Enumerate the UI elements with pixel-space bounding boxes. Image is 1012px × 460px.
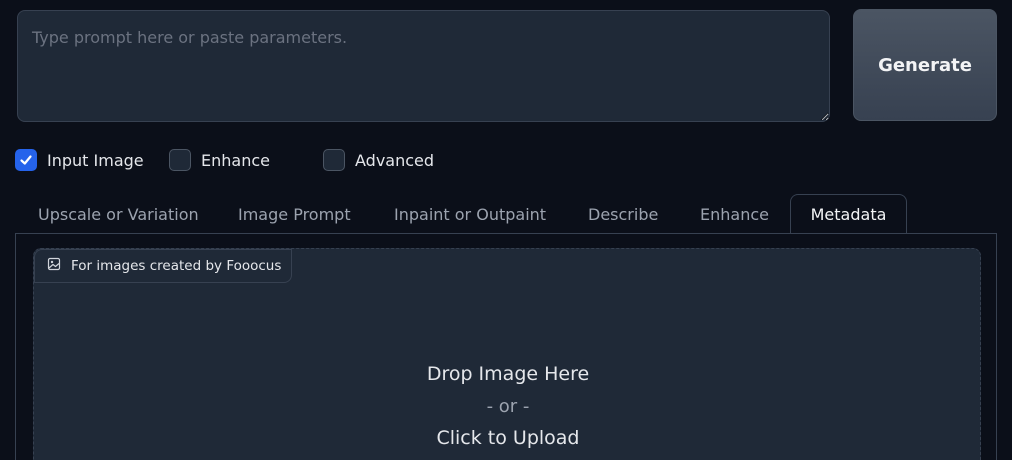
image-input-label-text: For images created by Fooocus <box>71 258 282 274</box>
checkbox-unchecked-icon[interactable] <box>169 149 191 171</box>
tab-enhance[interactable]: Enhance <box>678 194 791 234</box>
tab-upscale-or-variation[interactable]: Upscale or Variation <box>16 194 221 234</box>
tab-describe[interactable]: Describe <box>566 194 680 234</box>
image-icon <box>47 257 61 275</box>
checkbox-checked-icon[interactable] <box>15 149 37 171</box>
tab-metadata[interactable]: Metadata <box>790 194 907 234</box>
metadata-tab-panel: For images created by Fooocus Drop Image… <box>15 233 997 460</box>
enhance-checkbox[interactable]: Enhance <box>169 148 270 172</box>
advanced-checkbox[interactable]: Advanced <box>323 148 434 172</box>
options-row: Input Image Enhance Advanced <box>0 148 1012 172</box>
generate-button[interactable]: Generate <box>853 9 997 121</box>
input-image-label: Input Image <box>47 150 144 170</box>
input-image-checkbox[interactable]: Input Image <box>15 148 144 172</box>
image-input-label: For images created by Fooocus <box>34 249 293 283</box>
fooocus-app: Generate Input Image Enhance Advanced Up… <box>0 0 1012 460</box>
input-image-tabs: Upscale or Variation Image Prompt Inpain… <box>15 194 997 234</box>
drop-image-text: Drop Image Here <box>426 363 590 385</box>
image-upload-dropzone[interactable]: For images created by Fooocus Drop Image… <box>33 248 981 460</box>
click-to-upload-text[interactable]: Click to Upload <box>34 427 982 449</box>
advanced-label: Advanced <box>355 150 435 170</box>
tab-inpaint-or-outpaint[interactable]: Inpaint or Outpaint <box>372 194 568 234</box>
or-separator-text: - or - <box>486 396 530 417</box>
tab-image-prompt[interactable]: Image Prompt <box>216 194 373 234</box>
enhance-label: Enhance <box>201 150 270 170</box>
prompt-input[interactable] <box>17 10 830 122</box>
checkbox-unchecked-icon[interactable] <box>323 149 345 171</box>
